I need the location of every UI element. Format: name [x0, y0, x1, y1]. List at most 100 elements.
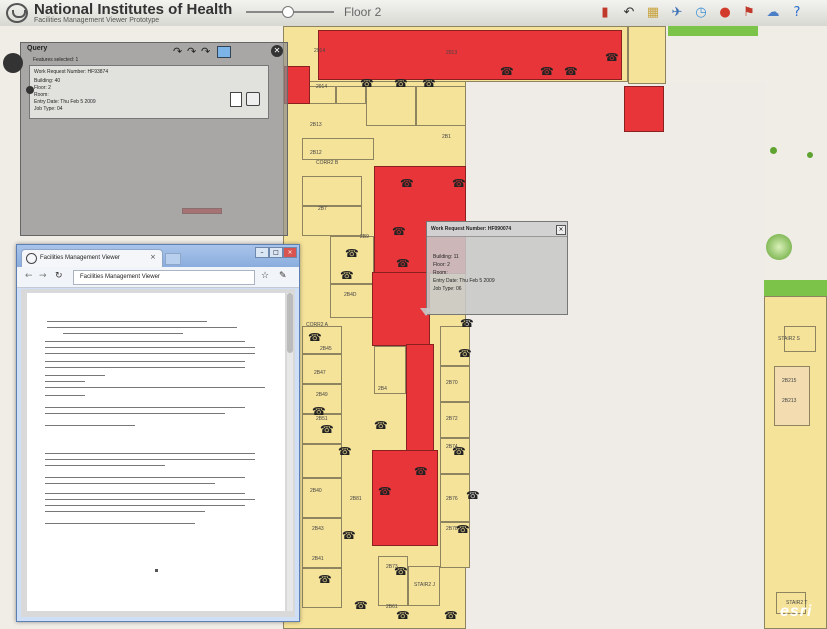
room-label: 2B12: [310, 150, 322, 156]
back-icon[interactable]: ←: [25, 271, 33, 281]
back-icon[interactable]: ↶: [620, 4, 638, 22]
phone-icon[interactable]: ☎: [354, 600, 368, 611]
query-tool-icon[interactable]: [3, 53, 23, 73]
phone-icon[interactable]: ☎: [394, 566, 408, 577]
phone-icon[interactable]: ☎: [452, 178, 466, 189]
info-popup[interactable]: Work Request Number: HF090074 × Building…: [426, 221, 568, 315]
window-close-button[interactable]: ×: [283, 247, 297, 258]
cloud-icon[interactable]: ☁: [764, 4, 782, 22]
phone-icon[interactable]: ☎: [360, 78, 374, 89]
room[interactable]: [302, 176, 362, 206]
phone-icon[interactable]: ☎: [342, 530, 356, 541]
room[interactable]: [302, 354, 342, 384]
room[interactable]: [302, 206, 362, 236]
address-text: Facilities Management Viewer: [80, 274, 160, 280]
document-icon[interactable]: [230, 92, 242, 107]
room[interactable]: [302, 444, 342, 478]
phone-icon[interactable]: ☎: [374, 420, 388, 431]
tab-close-icon[interactable]: ×: [150, 253, 156, 261]
new-tab-button[interactable]: [165, 253, 181, 265]
work-request-room[interactable]: [372, 450, 438, 546]
query-panel[interactable]: Query ↷ ↷ ↷ ✕ Features selected: 1 Work …: [3, 42, 288, 236]
close-icon[interactable]: ✕: [271, 45, 283, 57]
measure-icon[interactable]: ✈: [668, 4, 686, 22]
room-label: 2B41: [312, 556, 324, 562]
time-icon[interactable]: ◷: [692, 4, 710, 22]
redo-icon[interactable]: ↷: [187, 45, 196, 58]
zoom-to-icon[interactable]: [246, 92, 260, 106]
room-label: 2B13: [310, 122, 322, 128]
popup-pointer: [420, 308, 432, 316]
phone-icon[interactable]: ☎: [422, 78, 436, 89]
phone-icon[interactable]: ☎: [308, 332, 322, 343]
address-bar[interactable]: Facilities Management Viewer: [73, 270, 255, 285]
phone-icon[interactable]: ☎: [396, 258, 410, 269]
phone-icon[interactable]: ☎: [400, 178, 414, 189]
room-label: 2B1: [442, 134, 451, 140]
popup-line: Floor: 2: [433, 262, 450, 268]
bookmark-star-icon[interactable]: ☆: [261, 271, 269, 281]
browser-window[interactable]: Facilities Management Viewer × – □ × ← →…: [16, 244, 300, 622]
phone-icon[interactable]: ☎: [466, 490, 480, 501]
phone-icon[interactable]: ☎: [456, 524, 470, 535]
phone-icon[interactable]: ☎: [338, 446, 352, 457]
room[interactable]: [440, 326, 470, 366]
flag-icon[interactable]: ⚑: [740, 4, 758, 22]
browser-toolbar: ← → ↻ Facilities Management Viewer ☆ ✎: [17, 267, 299, 288]
room[interactable]: [416, 86, 466, 126]
work-request-room[interactable]: [624, 86, 664, 132]
work-order-icon[interactable]: ●: [716, 4, 734, 22]
reload-icon[interactable]: ↻: [55, 271, 63, 281]
room-label: 2914: [314, 48, 326, 54]
courtyard: [466, 82, 766, 629]
scrollbar[interactable]: [287, 293, 293, 611]
phone-icon[interactable]: ☎: [444, 610, 458, 621]
phone-icon[interactable]: ☎: [458, 348, 472, 359]
room[interactable]: [302, 478, 342, 518]
phone-icon[interactable]: ☎: [564, 66, 578, 77]
browser-tab[interactable]: Facilities Management Viewer ×: [21, 249, 163, 268]
maximize-button[interactable]: □: [269, 247, 283, 258]
redo-icon[interactable]: ↷: [173, 45, 182, 58]
room-label: 2B9: [360, 234, 369, 240]
phone-icon[interactable]: ☎: [392, 226, 406, 237]
phone-icon[interactable]: ☎: [378, 486, 392, 497]
room-label: 2B215: [782, 378, 797, 384]
close-icon[interactable]: ×: [556, 225, 566, 235]
room[interactable]: [774, 366, 810, 426]
layers-icon[interactable]: ▮: [596, 4, 614, 22]
tree-icon: [766, 234, 792, 260]
phone-icon[interactable]: ☎: [460, 318, 474, 329]
phone-icon[interactable]: ☎: [320, 424, 334, 435]
scrollbar-thumb[interactable]: [287, 293, 293, 353]
redo-icon[interactable]: ↷: [201, 45, 210, 58]
legend-icon[interactable]: ▦: [644, 4, 662, 22]
help-icon[interactable]: ?: [788, 4, 806, 22]
room-label: STAIR2 S: [778, 336, 800, 342]
browser-tab-strip: Facilities Management Viewer × – □ ×: [17, 245, 299, 268]
floor-slider-handle[interactable]: [282, 6, 294, 18]
phone-icon[interactable]: ☎: [318, 574, 332, 585]
phone-icon[interactable]: ☎: [414, 466, 428, 477]
phone-icon[interactable]: ☎: [345, 248, 359, 259]
wrench-icon[interactable]: ✎: [279, 271, 287, 281]
browser-tab-label: Facilities Management Viewer: [40, 255, 120, 261]
phone-icon[interactable]: ☎: [452, 446, 466, 457]
minimize-button[interactable]: –: [255, 247, 269, 258]
phone-icon[interactable]: ☎: [340, 270, 354, 281]
work-request-room[interactable]: [406, 344, 434, 454]
phone-icon[interactable]: ☎: [605, 52, 619, 63]
room-label: 2913: [446, 50, 458, 56]
clear-selection-icon[interactable]: [217, 46, 231, 58]
phone-icon[interactable]: ☎: [312, 406, 326, 417]
phone-icon[interactable]: ☎: [396, 610, 410, 621]
floor-label: Floor 2: [344, 5, 382, 19]
phone-icon[interactable]: ☎: [500, 66, 514, 77]
room[interactable]: [302, 138, 374, 160]
phone-icon[interactable]: ☎: [540, 66, 554, 77]
room[interactable]: [366, 86, 416, 126]
popup-title: Work Request Number: HF090074: [431, 226, 512, 232]
forward-icon[interactable]: →: [39, 271, 47, 281]
room[interactable]: [330, 284, 374, 318]
phone-icon[interactable]: ☎: [394, 78, 408, 89]
